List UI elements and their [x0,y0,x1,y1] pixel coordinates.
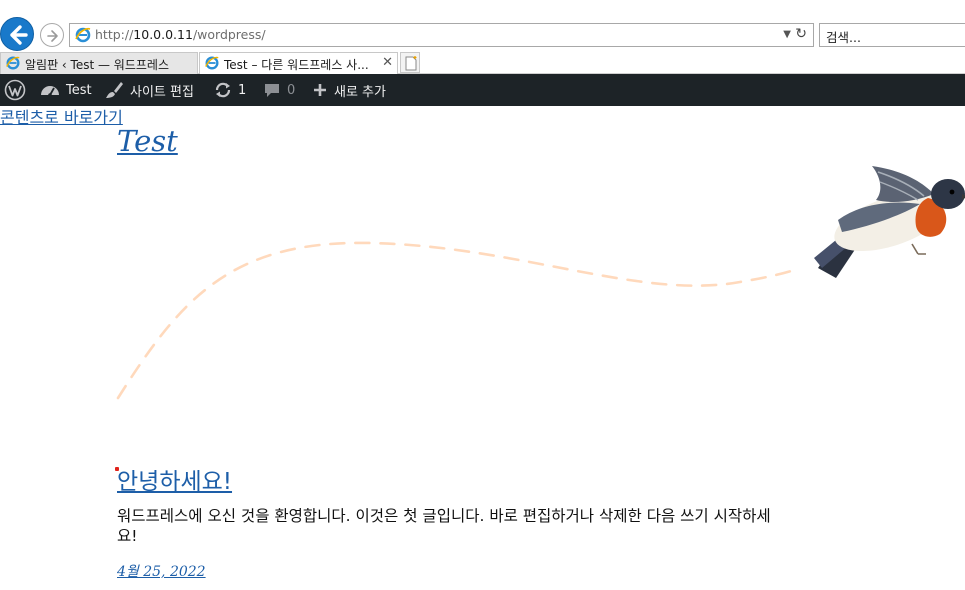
new-content-menu[interactable]: 새로 추가 [312,74,386,106]
comment-icon [265,84,279,97]
new-tab-icon [405,56,417,71]
address-bar[interactable]: http://10.0.0.11/wordpress/ ▼ ↻ [69,23,814,47]
header-illustration [116,166,965,400]
close-icon[interactable]: ✕ [382,55,393,70]
post-content: 워드프레스에 오신 것을 환영합니다. 이것은 첫 글입니다. 바로 편집하거나… [117,507,771,545]
comments-count: 0 [287,82,296,98]
plus-icon [314,84,326,96]
updates-menu[interactable]: 1 [214,74,246,106]
post-date[interactable]: 4월 25, 2022 [117,561,206,581]
customize-menu[interactable]: 사이트 편집 [104,74,194,106]
search-placeholder: 검색... [826,30,861,45]
tab-site[interactable]: Test – 다른 워드프레스 사... ✕ [199,52,398,74]
wordpress-logo-menu[interactable] [4,74,26,106]
url-path: /wordpress/ [192,27,266,42]
arrow-left-icon [10,25,28,45]
updates-count: 1 [238,82,247,98]
tab-label: Test – 다른 워드프레스 사... [224,58,369,72]
bird-illustration [814,166,965,278]
site-name-menu[interactable]: Test [40,74,92,106]
internet-explorer-icon [6,56,20,70]
wordpress-logo-icon [4,79,26,101]
new-tab-button[interactable] [400,52,420,73]
internet-explorer-icon [205,56,219,70]
site-name: Test [66,82,92,98]
skip-to-content-link[interactable]: 콘텐츠로 바로가기 [0,104,123,128]
wp-admin-bar: Test 사이트 편집 1 0 새로 추가 [0,74,965,106]
update-icon [215,82,231,98]
address-url: http://10.0.0.11/wordpress/ [95,27,266,42]
back-button[interactable] [0,17,34,51]
new-content-label: 새로 추가 [334,84,386,100]
url-host: 10.0.0.11 [133,27,193,42]
tab-strip: 알림판 ‹ Test — 워드프레스 Test – 다른 워드프레스 사... … [0,51,965,74]
brush-icon [106,82,123,98]
comments-menu[interactable]: 0 [263,74,295,106]
post-title[interactable]: 안녕하세요! [117,462,232,496]
dashed-flight-path [116,241,802,400]
internet-explorer-icon [75,27,91,43]
dashboard-icon [41,86,59,97]
tab-label: 알림판 ‹ Test — 워드프레스 [25,58,170,72]
search-input[interactable]: 검색... [819,23,965,47]
tab-dashboard[interactable]: 알림판 ‹ Test — 워드프레스 [0,52,198,74]
chevron-down-icon[interactable]: ▼ [783,29,791,40]
refresh-icon[interactable]: ↻ [795,26,807,42]
browser-address-row: http://10.0.0.11/wordpress/ ▼ ↻ 검색... [0,17,965,51]
customize-label: 사이트 편집 [130,84,194,100]
forward-button[interactable] [40,23,64,47]
arrow-right-icon [47,30,58,42]
url-prefix: http:// [95,27,134,42]
